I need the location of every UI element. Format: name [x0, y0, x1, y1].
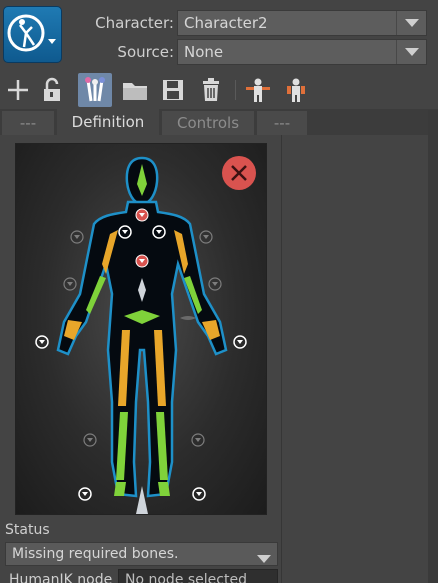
add-icon[interactable] — [3, 75, 33, 105]
status-label: Status — [5, 522, 50, 538]
bone-reference — [136, 486, 148, 514]
character-label: Character: — [95, 14, 174, 32]
right-panel — [282, 135, 438, 583]
source-label: Source: — [117, 43, 174, 61]
chevron-down-icon — [257, 551, 271, 567]
tab-bar: --- Definition Controls --- — [0, 109, 438, 135]
humanik-node-field[interactable]: No node selected — [118, 569, 278, 583]
tab-placeholder-left[interactable]: --- — [2, 111, 54, 135]
source-dropdown[interactable]: None — [177, 39, 427, 65]
bone-left-foot — [114, 482, 126, 496]
character-pose-icon[interactable] — [281, 75, 311, 105]
humanik-node-value: No node selected — [125, 572, 247, 583]
close-icon[interactable] — [221, 155, 257, 191]
status-value: Missing required bones. — [12, 546, 179, 562]
character-dropdown[interactable]: Character2 — [177, 10, 427, 36]
delete-icon[interactable] — [196, 75, 226, 105]
tab-definition[interactable]: Definition — [57, 109, 159, 135]
humanik-logo-button[interactable] — [3, 6, 62, 63]
bone-right-foot — [158, 482, 170, 496]
toolbar-separator — [235, 80, 236, 100]
missing-neck-marker — [135, 208, 149, 222]
humanik-node-label: HumanIK node — [9, 572, 113, 583]
unlock-icon[interactable] — [38, 75, 68, 105]
open-folder-icon[interactable] — [120, 75, 150, 105]
missing-spine-marker — [135, 254, 149, 268]
chevron-down-icon — [396, 11, 426, 35]
tab-controls[interactable]: Controls — [162, 111, 254, 135]
source-dropdown-value: None — [184, 43, 224, 61]
skeleton-figure-view[interactable] — [15, 143, 267, 515]
t-pose-icon[interactable] — [243, 75, 273, 105]
scrollbar[interactable] — [428, 110, 438, 583]
chevron-down-icon — [396, 40, 426, 64]
status-dropdown[interactable]: Missing required bones. — [5, 542, 278, 566]
tab-placeholder-right[interactable]: --- — [257, 111, 307, 135]
save-icon[interactable] — [158, 75, 188, 105]
character-dropdown-value: Character2 — [184, 14, 268, 32]
define-skeleton-icon[interactable] — [78, 73, 112, 107]
